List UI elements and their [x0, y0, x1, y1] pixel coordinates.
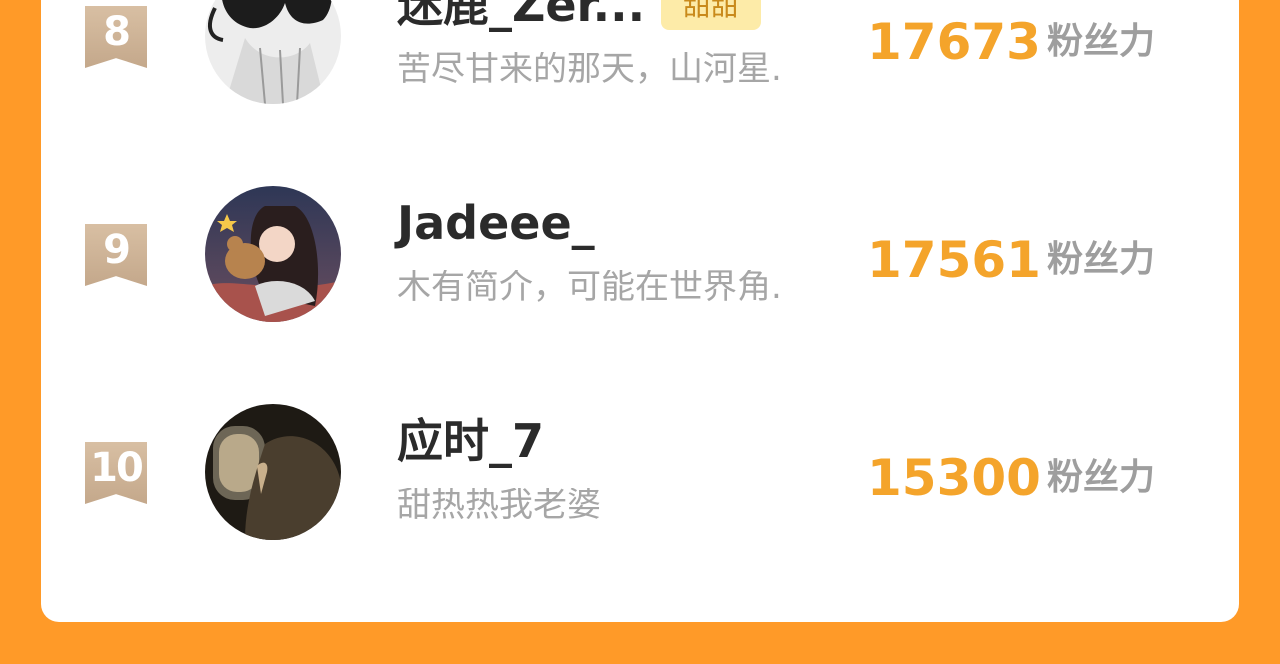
user-avatar[interactable]	[205, 186, 341, 322]
user-avatar[interactable]	[205, 0, 341, 104]
rank-badge: 10	[85, 442, 147, 504]
username-text: Jadeee_	[397, 196, 595, 250]
leaderboard-row[interactable]: 8 迷鹿_Zer... 甜甜 苦尽甘来的那天，山河星. 17673 粉丝力	[41, 0, 1239, 104]
leaderboard-card: 8 迷鹿_Zer... 甜甜 苦尽甘来的那天，山河星. 17673 粉丝力 9	[41, 0, 1239, 622]
fan-power-score: 17561	[867, 231, 1041, 289]
rank-badge: 8	[85, 6, 147, 68]
rank-number: 10	[90, 445, 144, 491]
username[interactable]: 迷鹿_Zer... 甜甜	[397, 0, 762, 32]
user-bio: 木有简介，可能在世界角.	[397, 270, 782, 304]
fan-power-label: 粉丝力	[1047, 239, 1156, 280]
rank-number: 9	[103, 227, 131, 273]
fan-power-score: 15300	[867, 449, 1041, 507]
username[interactable]: Jadeee_	[397, 200, 595, 246]
fan-power-label: 粉丝力	[1047, 457, 1156, 498]
user-bio: 甜热热我老婆	[397, 488, 601, 522]
user-avatar[interactable]	[205, 404, 341, 540]
leaderboard-row[interactable]: 10 应时_7 甜热热我老婆 15300 粉丝力	[41, 396, 1239, 540]
fan-power-score: 17673	[867, 13, 1041, 71]
username[interactable]: 应时_7	[397, 418, 544, 464]
rank-number: 8	[103, 9, 131, 55]
fan-power-label: 粉丝力	[1047, 21, 1156, 62]
username-text: 应时_7	[397, 414, 545, 468]
rank-badge: 9	[85, 224, 147, 286]
avatar-girl-dark-hair-icon	[205, 0, 341, 104]
user-tag-badge: 甜甜	[661, 0, 762, 30]
avatar-plane-window-photo-icon	[205, 404, 341, 540]
user-bio: 苦尽甘来的那天，山河星.	[397, 52, 782, 86]
avatar-anime-girl-teddy-bear-icon	[205, 186, 341, 322]
leaderboard-row[interactable]: 9 Jadeee_ 木有简介，可能在世界角. 17561 粉丝力	[41, 178, 1239, 322]
username-text: 迷鹿_Zer...	[397, 0, 646, 32]
